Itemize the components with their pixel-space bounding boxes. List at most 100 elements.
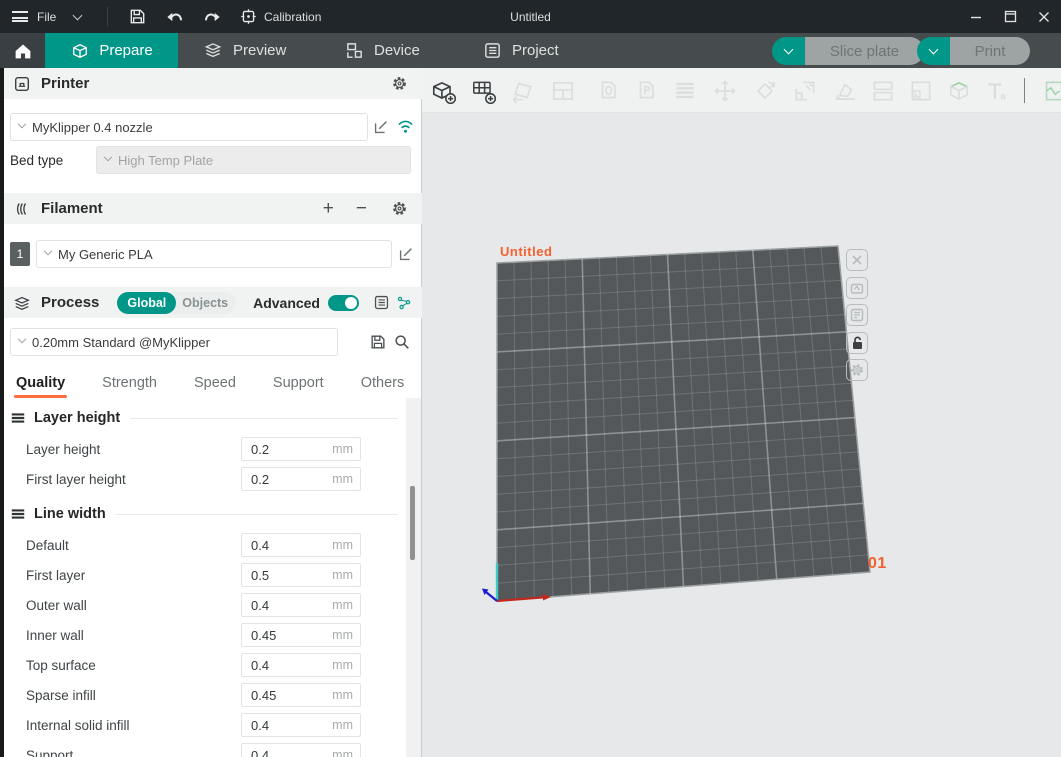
tab-prepare[interactable]: Prepare <box>45 33 178 68</box>
scope-global[interactable]: Global <box>117 292 176 314</box>
scrollbar-thumb[interactable] <box>410 486 415 560</box>
scope-objects[interactable]: Objects <box>176 296 228 310</box>
section-rule <box>130 418 398 419</box>
redo-icon <box>203 8 223 26</box>
settings-tab-quality[interactable]: Quality <box>16 368 65 398</box>
slice-plate-button[interactable]: Slice plate <box>805 37 924 65</box>
settings-tab-strength[interactable]: Strength <box>102 368 157 398</box>
settings-tab-support[interactable]: Support <box>273 368 324 398</box>
param-input-inner-wall[interactable]: 0.45 mm <box>241 623 361 647</box>
arrange-plate-icon <box>848 279 866 297</box>
app-menu-button[interactable]: File <box>12 0 56 33</box>
print-button[interactable]: Print <box>950 37 1030 65</box>
chevron-down-icon <box>18 335 26 343</box>
calibration-button[interactable]: Calibration <box>240 0 321 33</box>
calibration-label: Calibration <box>264 10 321 24</box>
section-icon <box>10 411 26 425</box>
slice-options-button[interactable] <box>772 37 805 65</box>
copy-icon <box>594 76 624 106</box>
hamburger-icon <box>12 11 28 22</box>
text-tool-icon: a <box>982 76 1012 106</box>
param-unit: mm <box>332 628 353 642</box>
layers-icon <box>670 76 700 106</box>
undo-button[interactable] <box>164 0 184 33</box>
mesh-edit-icon <box>944 76 974 106</box>
close-button[interactable] <box>1027 0 1061 33</box>
process-preset-select[interactable]: 0.20mm Standard @MyKlipper <box>10 328 338 356</box>
device-icon <box>345 41 364 60</box>
param-row: First layer0.5mm <box>4 560 406 590</box>
settings-tab-others[interactable]: Others <box>361 368 405 398</box>
tab-device[interactable]: Device <box>345 33 420 68</box>
add-plate-icon[interactable] <box>468 76 498 106</box>
section-title: Line width <box>34 506 106 522</box>
compare-presets-button[interactable] <box>396 295 412 311</box>
param-row: Support0.4mm <box>4 740 406 757</box>
add-model-icon[interactable] <box>428 76 458 106</box>
section-header[interactable]: Layer height <box>10 406 406 430</box>
chevron-down-icon <box>784 45 794 55</box>
plate-gear-icon <box>848 361 866 379</box>
redo-button[interactable] <box>203 0 223 33</box>
filament-preset-select[interactable]: My Generic PLA <box>36 240 392 268</box>
advanced-toggle[interactable] <box>328 295 359 311</box>
param-value: 0.2 <box>251 472 269 487</box>
param-input-internal-solid-infill[interactable]: 0.4mm <box>241 713 361 737</box>
param-unit: mm <box>332 748 353 757</box>
edit-filament-button[interactable] <box>397 245 415 263</box>
chevron-down-icon <box>929 45 939 55</box>
save-button[interactable] <box>128 0 147 33</box>
lock-plate-button[interactable] <box>846 332 868 354</box>
settings-scrollbar[interactable] <box>406 398 421 757</box>
search-settings-button[interactable] <box>393 333 411 351</box>
maximize-button[interactable] <box>993 0 1027 33</box>
param-label: Outer wall <box>26 598 241 613</box>
plate-area[interactable]: Untitled 01 <box>422 113 1061 757</box>
tab-project[interactable]: Project <box>483 33 559 68</box>
section-header[interactable]: Line width <box>10 502 406 526</box>
edit-printer-button[interactable] <box>372 118 390 136</box>
minimize-button[interactable] <box>959 0 993 33</box>
home-icon <box>13 42 33 60</box>
file-menu-dropdown[interactable] <box>74 0 81 33</box>
param-input-layer-height[interactable]: 0.2mm <box>241 437 361 461</box>
param-row: Default0.4mm <box>4 530 406 560</box>
arrange-plate-button[interactable] <box>846 277 868 299</box>
printer-settings-button[interactable] <box>391 75 408 92</box>
param-value: 0.45 <box>251 628 276 643</box>
bed-type-select[interactable]: High Temp Plate <box>96 146 411 174</box>
param-input-outer-wall[interactable]: 0.4mm <box>241 593 361 617</box>
remove-filament-button[interactable]: − <box>356 199 367 218</box>
param-input-sparse-infill[interactable]: 0.45mm <box>241 683 361 707</box>
printer-connection-button[interactable] <box>396 118 415 135</box>
filament-settings-button[interactable] <box>391 200 408 217</box>
printer-preset-select[interactable]: MyKlipper 0.4 nozzle <box>10 113 368 141</box>
filament-section-header: Filament + − <box>4 193 422 224</box>
home-button[interactable] <box>0 33 45 68</box>
plate-settings-button[interactable] <box>846 304 868 326</box>
param-value: 0.45 <box>251 688 276 703</box>
save-preset-button[interactable] <box>369 333 387 351</box>
process-scope-toggle[interactable]: Global Objects <box>117 292 236 314</box>
param-value: 0.4 <box>251 658 269 673</box>
viewport-toolbar: a <box>422 68 1061 113</box>
parameter-table-button[interactable] <box>373 294 390 311</box>
tab-preview[interactable]: Preview <box>203 33 286 68</box>
delete-plate-button[interactable] <box>846 249 868 271</box>
param-input-default[interactable]: 0.4mm <box>241 533 361 557</box>
search-icon <box>393 333 411 351</box>
param-input-top-surface[interactable]: 0.4mm <box>241 653 361 677</box>
build-plate[interactable] <box>422 113 1061 757</box>
param-value: 0.4 <box>251 598 269 613</box>
plate-gear-button[interactable] <box>846 359 868 381</box>
viewport-3d[interactable]: a Untitled 01 <box>422 68 1061 757</box>
param-input-first-layer[interactable]: 0.5mm <box>241 563 361 587</box>
file-menu-label: File <box>37 10 56 24</box>
print-options-button[interactable] <box>917 37 950 65</box>
param-input-support[interactable]: 0.4mm <box>241 743 361 757</box>
split-icon <box>868 76 898 106</box>
param-input-first-layer-height[interactable]: 0.2mm <box>241 467 361 491</box>
settings-tab-speed[interactable]: Speed <box>194 368 236 398</box>
add-filament-button[interactable]: + <box>323 199 334 218</box>
plate-number-label: 01 <box>868 555 887 573</box>
